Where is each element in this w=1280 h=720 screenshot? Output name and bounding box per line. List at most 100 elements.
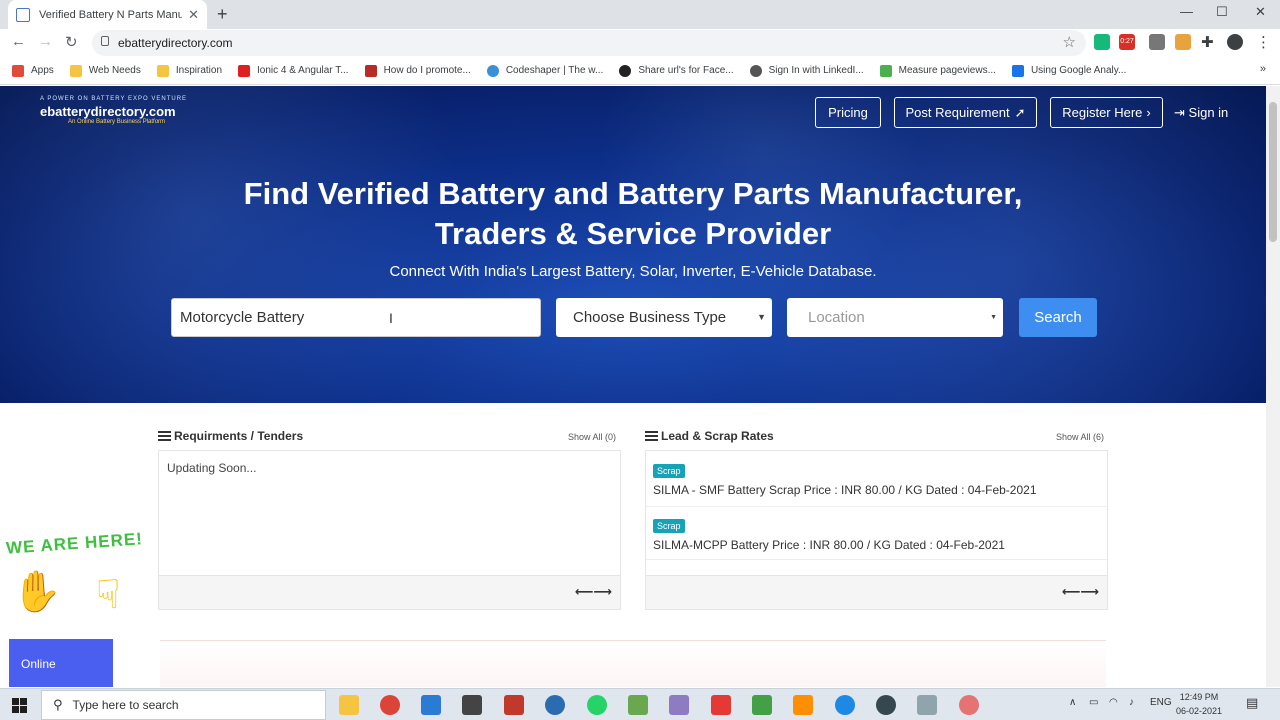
bookmark-item[interactable]: Ionic 4 & Angular T... <box>238 64 349 77</box>
forward-icon[interactable]: → <box>38 33 53 50</box>
address-bar[interactable]: ebatterydirectory.com ☆ <box>92 30 1086 56</box>
minimize-icon[interactable]: — <box>1180 4 1193 19</box>
page-title: Find Verified Battery and Battery Parts … <box>0 174 1266 254</box>
browser-tab[interactable]: Verified Battery N Parts Manufac ✕ <box>8 0 207 29</box>
notifications-icon[interactable]: ▤ <box>1246 695 1258 711</box>
rates-panel: Scrap SILMA - SMF Battery Scrap Price : … <box>645 450 1108 610</box>
list-icon <box>158 431 171 441</box>
app-icon[interactable] <box>545 695 565 715</box>
product-search-input[interactable] <box>171 298 541 337</box>
online-chat-button[interactable]: Online <box>9 639 113 687</box>
bookmark-label: Share url's for Face... <box>638 65 734 76</box>
scrollbar-thumb[interactable] <box>1269 102 1277 242</box>
quora-icon <box>364 64 377 77</box>
app-icon[interactable] <box>917 695 937 715</box>
new-tab-icon[interactable]: + <box>217 4 228 25</box>
reload-icon[interactable]: ↻ <box>65 33 78 51</box>
tray-overflow-icon[interactable]: ∧ <box>1069 697 1076 708</box>
scroll-arrows-icon[interactable]: ⟵⟶ <box>575 584 612 600</box>
page-title-line2: Traders & Service Provider <box>434 216 832 251</box>
menu-kebab-icon[interactable]: ⋮ <box>1256 33 1271 51</box>
filezilla-icon[interactable] <box>504 695 524 715</box>
bookmark-item[interactable]: Using Google Analy... <box>1011 64 1126 77</box>
app-icon[interactable] <box>876 695 896 715</box>
file-explorer-icon[interactable] <box>339 695 359 715</box>
extension-flag-icon[interactable] <box>1175 34 1191 50</box>
requirements-empty-text: Updating Soon... <box>167 461 257 475</box>
maximize-icon[interactable]: ☐ <box>1216 4 1228 20</box>
bookmark-label: Measure pageviews... <box>898 65 996 76</box>
list-item[interactable]: Scrap SILMA-MCPP Battery Price : INR 80.… <box>646 516 1107 560</box>
sign-in-link[interactable]: ⇥ Sign in <box>1174 105 1228 121</box>
register-label: Register Here <box>1062 105 1143 120</box>
wifi-icon[interactable]: ◠ <box>1109 697 1118 708</box>
rates-show-all-link[interactable]: Show All (6) <box>1056 432 1104 442</box>
register-button[interactable]: Register Here › <box>1050 97 1163 128</box>
post-requirement-label: Post Requirement <box>905 105 1010 120</box>
windows-taskbar: ⚲ Type here to search ∧ ▭ ◠ ♪ ENG 12:49 … <box>0 688 1280 720</box>
back-icon[interactable]: ← <box>11 33 26 50</box>
analytics-icon <box>1011 64 1024 77</box>
taskbar-search-box[interactable]: ⚲ Type here to search <box>41 690 326 720</box>
close-window-icon[interactable]: ✕ <box>1255 4 1266 20</box>
extension-timer-icon[interactable]: 0:27 <box>1119 34 1135 50</box>
codeshaper-icon <box>486 64 499 77</box>
scroll-arrows-icon[interactable]: ⟵⟶ <box>1062 584 1099 600</box>
profile-avatar-icon[interactable] <box>1227 34 1243 50</box>
bookmark-item[interactable]: Measure pageviews... <box>879 64 996 77</box>
bookmark-label: Web Needs <box>88 65 141 76</box>
search-button[interactable]: Search <box>1019 298 1097 337</box>
app-icon[interactable] <box>669 695 689 715</box>
app-icon[interactable] <box>462 695 482 715</box>
list-icon <box>645 431 658 441</box>
bookmark-item[interactable]: Share url's for Face... <box>619 64 734 77</box>
taskbar-clock[interactable]: 12:49 PM 06-02-2021 <box>1176 690 1222 718</box>
bookmark-item[interactable]: Codeshaper | The w... <box>486 64 603 77</box>
bookmark-item[interactable]: Web Needs <box>69 64 141 77</box>
pricing-button[interactable]: Pricing <box>815 97 881 128</box>
location-select[interactable]: Location ▼ <box>787 298 1003 337</box>
battery-icon[interactable]: ▭ <box>1089 697 1098 708</box>
requirements-title: Requirments / Tenders <box>174 429 304 443</box>
rates-panel-footer: ⟵⟶ <box>646 575 1107 609</box>
list-item[interactable]: Scrap SILMA - SMF Battery Scrap Price : … <box>646 461 1107 507</box>
bookmark-label: How do I promote... <box>383 65 471 76</box>
app-icon[interactable] <box>959 695 979 715</box>
logo-wordmark: ebatterydirectory.com <box>40 104 176 119</box>
volume-icon[interactable]: ♪ <box>1129 697 1134 708</box>
language-indicator[interactable]: ENG <box>1150 697 1172 708</box>
teamviewer-icon[interactable] <box>835 695 855 715</box>
requirements-show-all-link[interactable]: Show All (0) <box>568 432 616 442</box>
chrome-icon[interactable] <box>380 695 400 715</box>
site-logo[interactable]: A POWER ON BATTERY EXPO VENTURE ebattery… <box>40 96 187 125</box>
extension-green-icon[interactable] <box>1094 34 1110 50</box>
github-icon <box>619 64 632 77</box>
post-requirement-button[interactable]: Post Requirement ➚ <box>894 97 1037 128</box>
extension-tools-icon[interactable] <box>1149 34 1165 50</box>
page-scrollbar[interactable] <box>1266 86 1280 687</box>
windows-start-icon[interactable] <box>12 698 27 713</box>
vscode-icon[interactable] <box>421 695 441 715</box>
pointing-hand-icon: ☟ <box>96 573 121 617</box>
business-type-value: Choose Business Type <box>573 309 727 326</box>
extensions-puzzle-icon[interactable]: ✚ <box>1201 33 1214 51</box>
rates-title: Lead & Scrap Rates <box>661 429 774 443</box>
bookmarks-overflow-icon[interactable]: » <box>1260 63 1266 75</box>
hero-tagline: Connect With India's Largest Battery, So… <box>389 263 877 280</box>
vlc-icon[interactable] <box>793 695 813 715</box>
apps-grid-icon <box>12 64 24 77</box>
page-title-line1: Find Verified Battery and Battery Parts … <box>243 176 1023 211</box>
page-favicon-icon <box>16 7 30 22</box>
business-type-select[interactable]: Choose Business Type ▼ <box>556 298 772 337</box>
app-icon[interactable] <box>711 695 731 715</box>
bookmark-item[interactable]: Inspiration <box>156 64 222 77</box>
widget-headline: WE ARE HERE! <box>5 529 144 558</box>
whatsapp-icon[interactable] <box>587 695 607 715</box>
app-icon[interactable] <box>752 695 772 715</box>
close-tab-icon[interactable]: ✕ <box>188 7 199 23</box>
app-icon[interactable] <box>628 695 648 715</box>
bookmark-star-icon[interactable]: ☆ <box>1063 33 1076 51</box>
bookmark-item[interactable]: How do I promote... <box>364 64 471 77</box>
bookmark-item[interactable]: Apps <box>12 64 54 77</box>
bookmark-item[interactable]: Sign In with LinkedI... <box>749 64 864 77</box>
